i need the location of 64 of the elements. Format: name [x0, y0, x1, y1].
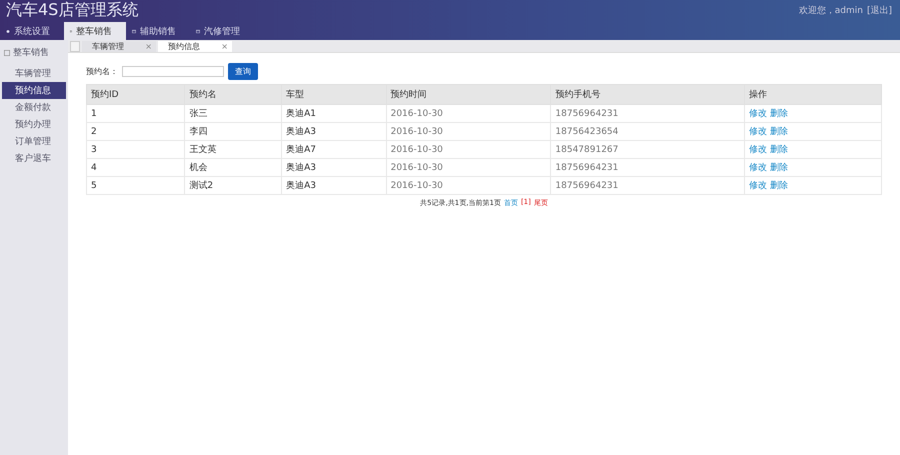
main-tab[interactable]: 汽修管理 [190, 22, 254, 40]
delete-link[interactable]: 删除 [770, 127, 788, 137]
edit-link[interactable]: 修改 [748, 109, 767, 119]
table-cell: 2016-10-30 [386, 176, 551, 194]
edit-link[interactable]: 修改 [748, 127, 767, 137]
table-cell: 18756964231 [550, 176, 744, 194]
table-cell: 奥迪A3 [282, 176, 386, 194]
tab-scroll-button[interactable] [70, 41, 80, 52]
table-cell: 4 [86, 158, 185, 176]
table-cell: 18756964231 [550, 158, 744, 176]
column-header: 预约名 [184, 84, 282, 104]
column-header: 预约时间 [386, 84, 551, 104]
main-tab[interactable]: 整车销售 [64, 22, 126, 40]
table-cell: 奥迪A7 [282, 140, 386, 158]
table-cell: 2016-10-30 [386, 140, 551, 158]
welcome-text: 欢迎您，admin [798, 4, 863, 17]
main-tab[interactable]: 辅助销售 [126, 22, 190, 40]
table-cell: 机会 [184, 158, 282, 176]
column-header: 操作 [744, 84, 882, 104]
table-cell: 2016-10-30 [386, 122, 551, 140]
edit-link[interactable]: 修改 [748, 163, 767, 173]
table-cell: 5 [86, 176, 185, 194]
edit-link[interactable]: 修改 [748, 145, 767, 155]
table-cell: 奥迪A3 [282, 158, 386, 176]
sidebar-item[interactable]: 预约信息 [2, 82, 66, 99]
table-cell: 18547891267 [550, 140, 744, 158]
page-tab[interactable]: 车辆管理 × [82, 41, 156, 52]
delete-link[interactable]: 删除 [770, 163, 788, 173]
close-icon[interactable]: × [145, 42, 152, 51]
table-cell: 1 [86, 104, 185, 122]
column-header: 预约ID [86, 84, 185, 104]
logout-link[interactable]: [退出] [866, 4, 892, 17]
edit-link[interactable]: 修改 [748, 181, 767, 191]
table-cell: 王文英 [184, 140, 282, 158]
column-header: 预约手机号 [550, 84, 744, 104]
app-title: 汽车4S店管理系统 [5, 0, 138, 21]
table-cell: 2016-10-30 [386, 158, 551, 176]
table-cell: 奥迪A3 [282, 122, 386, 140]
close-icon[interactable]: × [221, 42, 228, 51]
sidebar-item[interactable]: 客户退车 [2, 150, 66, 167]
table-cell: 李四 [184, 122, 282, 140]
table-cell: 奥迪A1 [282, 104, 386, 122]
sidebar-title: 整车销售 [13, 46, 49, 59]
table-cell: 18756423654 [550, 122, 744, 140]
square-icon [4, 50, 10, 56]
sidebar-item[interactable]: 预约办理 [2, 116, 66, 133]
column-header: 车型 [282, 84, 386, 104]
sidebar-item[interactable]: 车辆管理 [2, 65, 66, 82]
table-cell: 2 [86, 122, 185, 140]
table-cell: 测试2 [184, 176, 282, 194]
search-field[interactable] [122, 66, 224, 77]
delete-link[interactable]: 删除 [770, 181, 788, 191]
table-cell: 3 [86, 140, 185, 158]
search-button[interactable]: 查询 [228, 63, 258, 80]
table-cell: 18756964231 [550, 104, 744, 122]
delete-link[interactable]: 删除 [770, 145, 788, 155]
table-cell: 2016-10-30 [386, 104, 551, 122]
page-tab[interactable]: 预约信息 × [158, 41, 232, 52]
sidebar-item[interactable]: 订单管理 [2, 133, 66, 150]
sidebar-item[interactable]: 金额付款 [2, 99, 66, 116]
table-cell: 张三 [184, 104, 282, 122]
main-tab[interactable]: 系统设置 [0, 22, 64, 40]
delete-link[interactable]: 删除 [770, 109, 788, 119]
search-label: 预约名： [86, 66, 118, 77]
